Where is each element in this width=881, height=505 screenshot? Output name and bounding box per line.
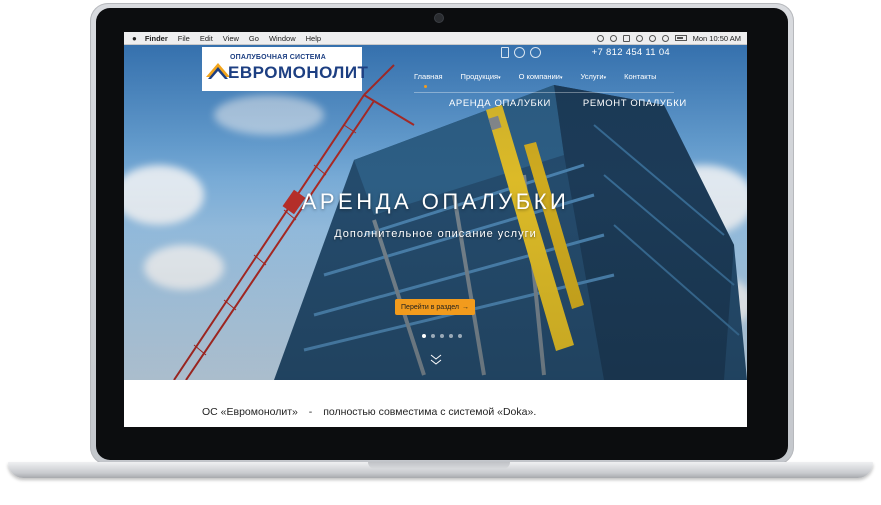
logo-wordmark: ЕВРОМОНОЛИТ (228, 63, 369, 82)
slider-dot[interactable] (449, 334, 453, 338)
menu-help[interactable]: Help (306, 34, 321, 43)
mac-menubar: ● Finder File Edit View Go Window Help M… (124, 32, 747, 45)
search-icon[interactable] (530, 47, 541, 58)
scroll-down-icon[interactable] (429, 352, 443, 366)
nav-label: О компании (518, 72, 560, 81)
chevron-down-icon: ▾ (603, 75, 607, 81)
hero-subtitle: Дополнительное описание услуги (334, 228, 537, 240)
menu-window[interactable]: Window (269, 34, 296, 43)
nav-item-products[interactable]: Продукция▾ (461, 72, 501, 81)
laptop-screen: ● Finder File Edit View Go Window Help M… (124, 32, 747, 427)
chevron-down-icon: ▾ (498, 75, 501, 81)
cta-label: Перейти в раздел (401, 303, 459, 311)
volume-icon[interactable] (661, 34, 669, 42)
logo-tagline: ОПАЛУБОЧНАЯ СИСТЕМА (230, 54, 326, 61)
intro-dash: - (308, 406, 313, 418)
slider-dot[interactable] (422, 334, 426, 338)
calculator-icon[interactable] (501, 47, 509, 58)
bluetooth-icon[interactable] (635, 34, 643, 42)
nav-item-home[interactable]: Главная (414, 72, 443, 88)
site-logo[interactable]: ОПАЛУБОЧНАЯ СИСТЕМА ЕВРОМОНОЛИТ (202, 47, 368, 91)
laptop-base-notch (368, 462, 510, 469)
menu-view[interactable]: View (223, 34, 239, 43)
header-phone[interactable]: +7 812 454 11 04 (592, 47, 670, 58)
nav-item-services[interactable]: Услуги▾ (580, 72, 606, 81)
intro-text: ОС «Евромонолит» - полностью совместима … (202, 406, 536, 418)
tab-formwork-rental[interactable]: АРЕНДА ОПАЛУБКИ (449, 98, 551, 109)
nav-item-contacts[interactable]: Контакты (624, 72, 656, 81)
menu-edit[interactable]: Edit (200, 34, 213, 43)
go-to-section-button[interactable]: Перейти в раздел → (395, 299, 475, 315)
menubar-clock[interactable]: Mon 10:50 AM (693, 34, 741, 43)
time-machine-icon[interactable] (596, 34, 604, 42)
intro-description: полностью совместима с системой «Doka». (323, 406, 537, 418)
menu-file[interactable]: File (178, 34, 190, 43)
nav-label: Продукция (460, 72, 499, 81)
nav-label: Контакты (624, 72, 657, 81)
slider-dot[interactable] (431, 334, 435, 338)
menu-go[interactable]: Go (249, 34, 259, 43)
hero-slider: ОПАЛУБОЧНАЯ СИСТЕМА ЕВРОМОНОЛИТ +7 812 4… (124, 45, 747, 380)
tab-formwork-repair[interactable]: РЕМОНТ ОПАЛУБКИ (583, 98, 687, 109)
active-indicator (424, 85, 427, 88)
slider-pagination (422, 334, 462, 338)
main-nav: Главная Продукция▾ О компании▾ Услуги▾ К… (414, 72, 656, 88)
nav-label: Услуги (580, 72, 604, 81)
nav-label: Главная (414, 72, 443, 81)
header-icons (501, 47, 541, 58)
nav-divider (414, 92, 674, 93)
apple-icon[interactable]: ● (132, 34, 137, 43)
chevron-down-icon: ▾ (559, 75, 563, 81)
camera-icon (435, 14, 443, 22)
slider-dot[interactable] (440, 334, 444, 338)
chat-icon[interactable] (514, 47, 525, 58)
display-icon[interactable] (622, 34, 630, 42)
sync-icon[interactable] (609, 34, 617, 42)
intro-brand: ОС «Евромонолит» (202, 406, 298, 418)
wifi-icon[interactable] (648, 34, 656, 42)
arrow-right-icon: → (461, 303, 469, 311)
menubar-status-area: Mon 10:50 AM (596, 32, 741, 44)
slider-dot[interactable] (458, 334, 462, 338)
battery-icon[interactable] (674, 35, 687, 41)
hero-title: АРЕНДА ОПАЛУБКИ (301, 189, 570, 214)
nav-item-about[interactable]: О компании▾ (519, 72, 563, 81)
logo-roof-icon (206, 63, 230, 79)
menu-finder[interactable]: Finder (145, 34, 168, 43)
service-tabs: АРЕНДА ОПАЛУБКИ РЕМОНТ ОПАЛУБКИ (449, 98, 687, 109)
